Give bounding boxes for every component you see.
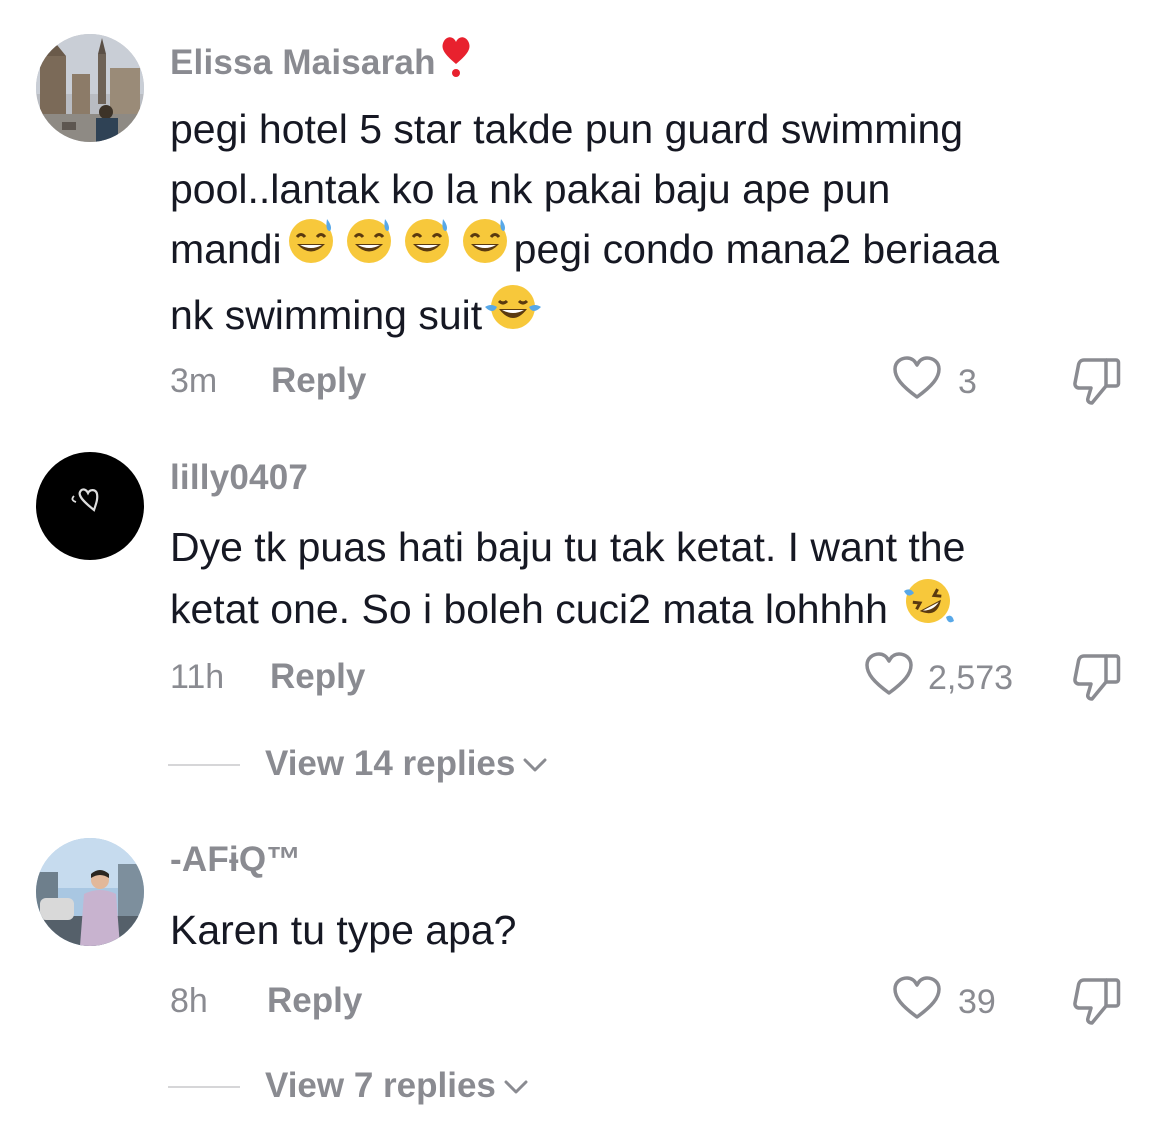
comment-username[interactable]: Elissa Maisarah: [170, 37, 472, 91]
like-button[interactable]: [892, 976, 942, 1027]
view-replies[interactable]: View 14 replies: [168, 740, 768, 790]
comment-username[interactable]: lilly0407: [170, 458, 308, 498]
comment-username[interactable]: -AFɨQ™: [170, 840, 301, 880]
dislike-button[interactable]: [1072, 976, 1122, 1031]
rolling-on-floor-laughing-emoji: [900, 573, 956, 643]
comment-text-line: mandi pegi condo mana2 beriaaa: [170, 219, 1130, 285]
thumbs-down-icon: [1073, 654, 1121, 701]
like-count: 2,573: [928, 659, 1014, 697]
comment-text-line: pegi hotel 5 star takde pun guard swimmi…: [170, 106, 964, 152]
avatar[interactable]: [36, 838, 144, 946]
grinning-sweat-emoji: [283, 215, 339, 281]
heart-outline-icon: [893, 356, 941, 399]
reply-button[interactable]: Reply: [271, 361, 366, 401]
thumbs-down-icon: [1073, 978, 1121, 1025]
comment-meta: 8h Reply 39: [170, 976, 1130, 1026]
avatar[interactable]: [36, 34, 144, 142]
comment-text-line: Dye tk puas hati baju tu tak ketat. I wa…: [170, 524, 966, 570]
chevron-down-icon: [502, 1065, 530, 1105]
avatar[interactable]: [36, 452, 144, 560]
comment-text-line: ketat one. So i boleh cuci2 mata lohhhh: [170, 577, 1130, 647]
like-button[interactable]: [864, 652, 914, 703]
thumbs-down-icon: [1073, 358, 1121, 405]
reply-button[interactable]: Reply: [270, 657, 365, 697]
dislike-button[interactable]: [1072, 356, 1122, 411]
comment-time: 8h: [170, 982, 208, 1020]
comment-time: 11h: [170, 658, 225, 696]
comment-text: Karen tu type apa?: [170, 900, 1130, 960]
heart-outline-icon: [865, 652, 913, 695]
comment-text: Dye tk puas hati baju tu tak ketat. I wa…: [170, 517, 1130, 647]
heart-outline-icon: [893, 976, 941, 1019]
heart-exclamation-icon: [440, 34, 472, 87]
view-replies[interactable]: View 7 replies: [168, 1062, 768, 1112]
comment-text: pegi hotel 5 star takde pun guard swimmi…: [170, 99, 1130, 351]
like-count: 3: [958, 363, 977, 401]
comment-text-line: nk swimming suit: [170, 285, 1130, 351]
chevron-down-icon: [521, 743, 549, 783]
like-button[interactable]: [892, 356, 942, 407]
view-replies-button[interactable]: View 14 replies: [265, 744, 549, 786]
comment-meta: 11h Reply 2,573: [170, 652, 1130, 702]
comment-time: 3m: [170, 362, 218, 400]
grinning-sweat-emoji: [457, 215, 513, 281]
divider: [168, 1086, 240, 1088]
divider: [168, 764, 240, 766]
view-replies-button[interactable]: View 7 replies: [265, 1066, 530, 1108]
comment-text-line: Karen tu type apa?: [170, 907, 517, 953]
dislike-button[interactable]: [1072, 652, 1122, 707]
like-count: 39: [958, 983, 996, 1021]
grinning-sweat-emoji: [341, 215, 397, 281]
grinning-sweat-emoji: [399, 215, 455, 281]
comment-meta: 3m Reply 3: [170, 356, 1130, 406]
tears-of-joy-emoji: [483, 281, 543, 347]
comment-text-line: pool..lantak ko la nk pakai baju ape pun: [170, 166, 891, 212]
reply-button[interactable]: Reply: [267, 981, 362, 1021]
